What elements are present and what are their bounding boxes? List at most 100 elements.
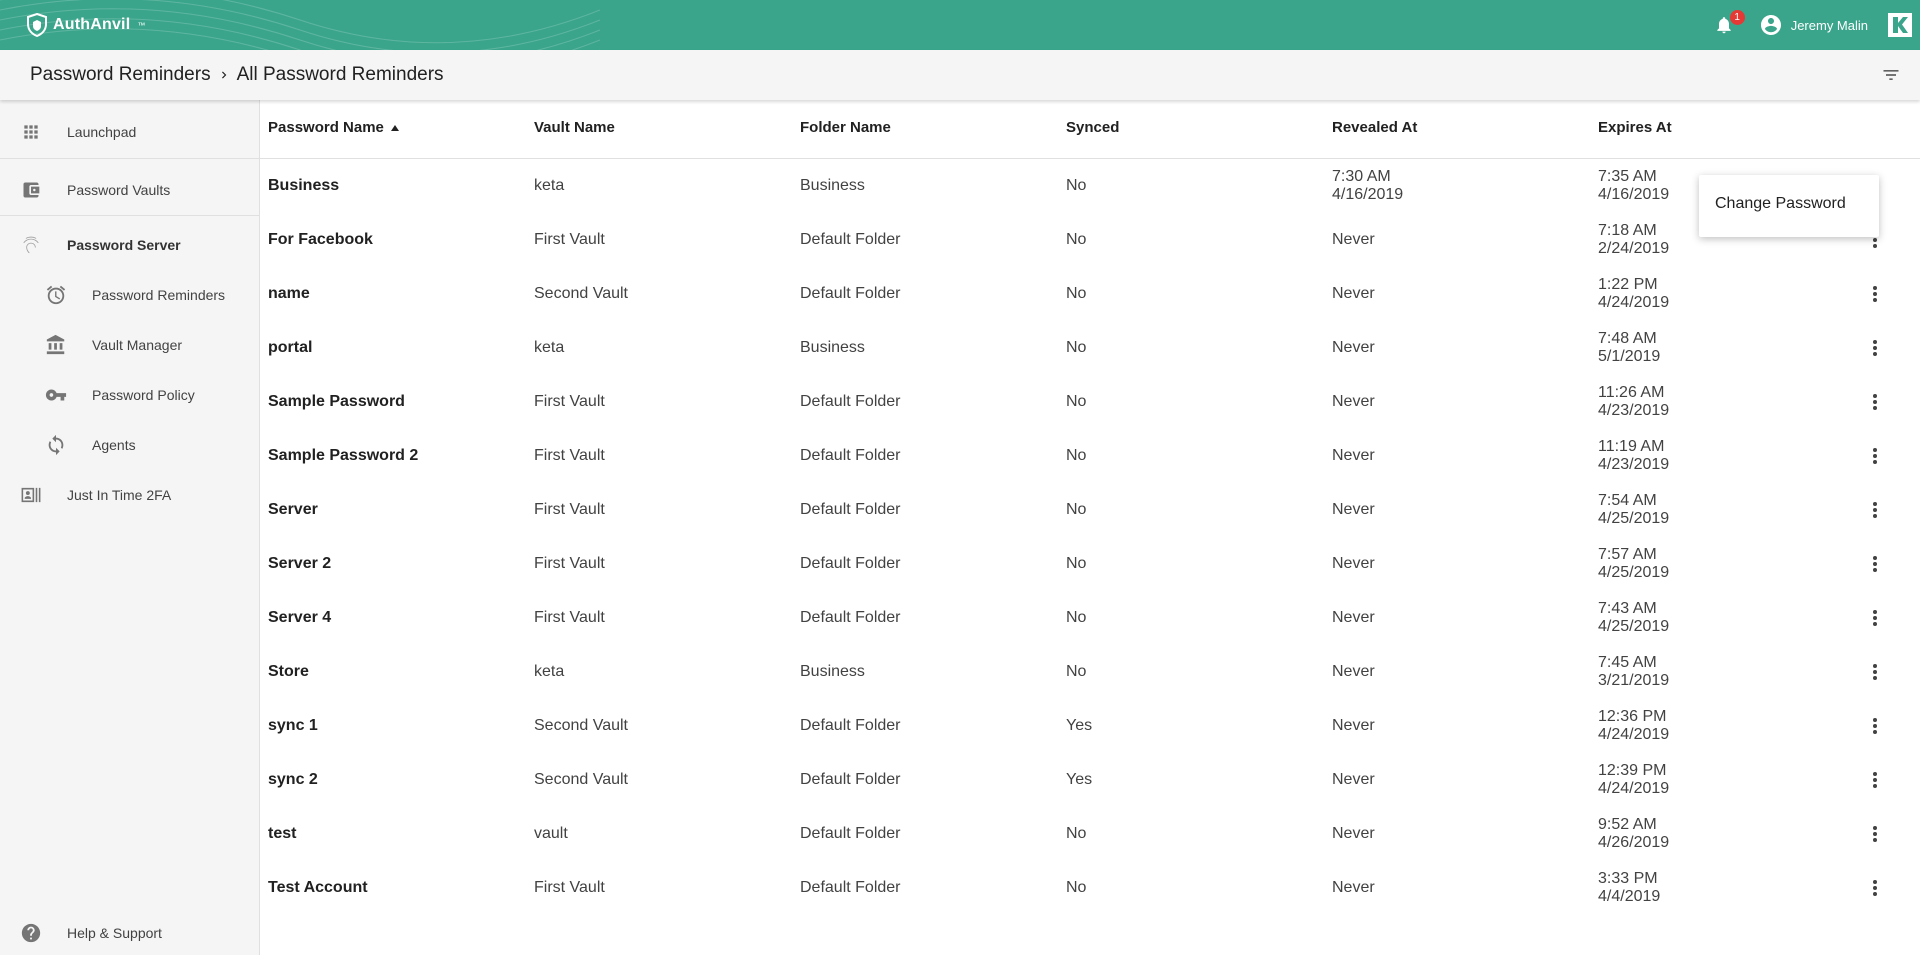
- cell-folder-name: Default Folder: [800, 501, 901, 518]
- more-vert-icon[interactable]: [1863, 606, 1887, 630]
- cell-revealed-at: Never: [1332, 447, 1375, 464]
- cell-password-name: Server 2: [268, 555, 332, 572]
- sidebar-item-help-support[interactable]: Help & Support: [0, 913, 259, 953]
- table-row[interactable]: Sample Password 2 First Vault Default Fold…: [260, 429, 1920, 483]
- more-vert-icon[interactable]: [1863, 876, 1887, 900]
- cell-vault-name: First Vault: [534, 393, 605, 410]
- cell-folder-name: Default Folder: [800, 717, 901, 734]
- cell-folder-name: Default Folder: [800, 555, 901, 572]
- brand-logo[interactable]: AuthAnvil ™: [27, 10, 145, 40]
- cell-folder-name: Default Folder: [800, 879, 901, 896]
- table-header: Password Name Vault Name Folder Name Syn…: [260, 100, 1920, 159]
- more-vert-icon[interactable]: [1863, 822, 1887, 846]
- cell-password-name: Server: [268, 501, 318, 518]
- breadcrumb-parent-link[interactable]: Password Reminders: [30, 64, 211, 86]
- sidebar-item-password-server[interactable]: Password Server: [0, 225, 259, 265]
- brand-name: AuthAnvil: [53, 16, 131, 33]
- cell-vault-name: keta: [534, 339, 565, 356]
- sidebar-item-password-reminders[interactable]: Password Reminders: [0, 275, 259, 315]
- cell-revealed-at: Never: [1332, 285, 1375, 302]
- cell-expires-at: 12:39 PM 4/24/2019: [1598, 753, 1669, 807]
- cell-password-name: Store: [268, 663, 309, 680]
- notifications-button[interactable]: 1: [1709, 10, 1745, 40]
- table-row[interactable]: Store keta Business No Never 7:45 AM 3/21/2019: [260, 645, 1920, 699]
- expires-time: 7:35 AM: [1598, 168, 1657, 185]
- cell-vault-name: First Vault: [534, 231, 605, 248]
- sidebar-item-password-policy[interactable]: Password Policy: [0, 375, 259, 415]
- cell-folder-name: Default Folder: [800, 393, 901, 410]
- kaseya-logo[interactable]: [1888, 13, 1912, 37]
- fingerprint-icon: [20, 234, 42, 256]
- column-header-vault-name[interactable]: Vault Name: [534, 100, 615, 159]
- expires-date: 4/23/2019: [1598, 456, 1670, 473]
- expires-date: 2/24/2019: [1598, 240, 1670, 257]
- more-vert-icon[interactable]: [1863, 552, 1887, 576]
- column-header-password-name[interactable]: Password Name: [268, 100, 400, 159]
- expires-date: 4/4/2019: [1598, 888, 1661, 905]
- cell-password-name: test: [268, 825, 297, 842]
- table-row[interactable]: Server 2 First Vault Default Folder No Never…: [260, 537, 1920, 591]
- more-vert-icon[interactable]: [1863, 768, 1887, 792]
- filter-button[interactable]: [1880, 64, 1902, 86]
- row-action-menu: Change Password: [1699, 175, 1879, 237]
- more-vert-icon[interactable]: [1863, 336, 1887, 360]
- cell-expires-at: 7:48 AM 5/1/2019: [1598, 321, 1660, 375]
- column-header-folder-name[interactable]: Folder Name: [800, 100, 891, 159]
- sidebar-item-vault-manager[interactable]: Vault Manager: [0, 325, 259, 365]
- cell-expires-at: 11:26 AM 4/23/2019: [1598, 375, 1669, 429]
- more-vert-icon[interactable]: [1863, 714, 1887, 738]
- table-row[interactable]: Test Account First Vault Default Folder No N…: [260, 861, 1920, 915]
- more-vert-icon[interactable]: [1863, 498, 1887, 522]
- cell-synced: No: [1066, 825, 1087, 842]
- sidebar-item-just-in-time-2fa[interactable]: Just In Time 2FA: [0, 475, 259, 515]
- expires-date: 3/21/2019: [1598, 672, 1670, 689]
- table-row[interactable]: sync 1 Second Vault Default Folder Yes Never…: [260, 699, 1920, 753]
- table-row[interactable]: name Second Vault Default Folder No Never 1:2…: [260, 267, 1920, 321]
- sidebar-item-label: Password Policy: [92, 387, 195, 403]
- breadcrumb-bar: Password Reminders All Password Reminder…: [0, 50, 1920, 100]
- sync-icon: [45, 434, 67, 456]
- cell-folder-name: Default Folder: [800, 771, 901, 788]
- expires-time: 11:19 AM: [1598, 438, 1665, 455]
- column-header-revealed-at[interactable]: Revealed At: [1332, 100, 1417, 159]
- cell-revealed-at: Never: [1332, 231, 1375, 248]
- cell-password-name: Sample Password 2: [268, 447, 419, 464]
- cell-revealed-at: Never: [1332, 825, 1375, 842]
- sidebar-item-password-vaults[interactable]: Password Vaults: [0, 170, 259, 210]
- expires-date: 4/24/2019: [1598, 780, 1670, 797]
- sidebar-item-launchpad[interactable]: Launchpad: [0, 112, 259, 152]
- column-header-expires-at[interactable]: Expires At: [1598, 100, 1672, 159]
- user-menu[interactable]: Jeremy Malin: [1759, 13, 1868, 37]
- expires-date: 4/23/2019: [1598, 402, 1670, 419]
- expires-time: 9:52 AM: [1598, 816, 1657, 833]
- top-app-bar: AuthAnvil ™ 1 Jeremy Malin: [0, 0, 1920, 50]
- expires-date: 5/1/2019: [1598, 348, 1661, 365]
- expires-date: 4/24/2019: [1598, 294, 1670, 311]
- more-vert-icon[interactable]: [1863, 660, 1887, 684]
- table-row[interactable]: Sample Password First Vault Default Folder…: [260, 375, 1920, 429]
- sidebar-item-label: Just In Time 2FA: [67, 487, 172, 503]
- cell-password-name: Business: [268, 177, 340, 194]
- table-row[interactable]: Business keta Business No 7:30 AM 4/16/2019 7:…: [260, 159, 1920, 213]
- change-password-menu-item[interactable]: Change Password: [1715, 195, 1846, 213]
- more-vert-icon[interactable]: [1863, 390, 1887, 414]
- expires-time: 7:45 AM: [1598, 654, 1657, 671]
- column-header-synced[interactable]: Synced: [1066, 100, 1119, 159]
- cell-vault-name: First Vault: [534, 501, 605, 518]
- bank-icon: [45, 334, 67, 356]
- cell-revealed-at: Never: [1332, 879, 1375, 896]
- cell-vault-name: vault: [534, 825, 568, 842]
- cell-vault-name: keta: [534, 663, 565, 680]
- cell-folder-name: Business: [800, 663, 865, 680]
- more-vert-icon[interactable]: [1863, 444, 1887, 468]
- table-row[interactable]: test vault Default Folder No Never 9:52 AM 4/2…: [260, 807, 1920, 861]
- table-row[interactable]: Server 4 First Vault Default Folder No Never…: [260, 591, 1920, 645]
- table-row[interactable]: portal keta Business No Never 7:48 AM 5/1/2019: [260, 321, 1920, 375]
- table-row[interactable]: For Facebook First Vault Default Folder No N…: [260, 213, 1920, 267]
- more-vert-icon[interactable]: [1863, 282, 1887, 306]
- cell-revealed-at: Never: [1332, 717, 1375, 734]
- sidebar-item-label: Password Server: [67, 237, 181, 253]
- sidebar-item-agents[interactable]: Agents: [0, 425, 259, 465]
- table-row[interactable]: sync 2 Second Vault Default Folder Yes Never…: [260, 753, 1920, 807]
- table-row[interactable]: Server First Vault Default Folder No Never 7:…: [260, 483, 1920, 537]
